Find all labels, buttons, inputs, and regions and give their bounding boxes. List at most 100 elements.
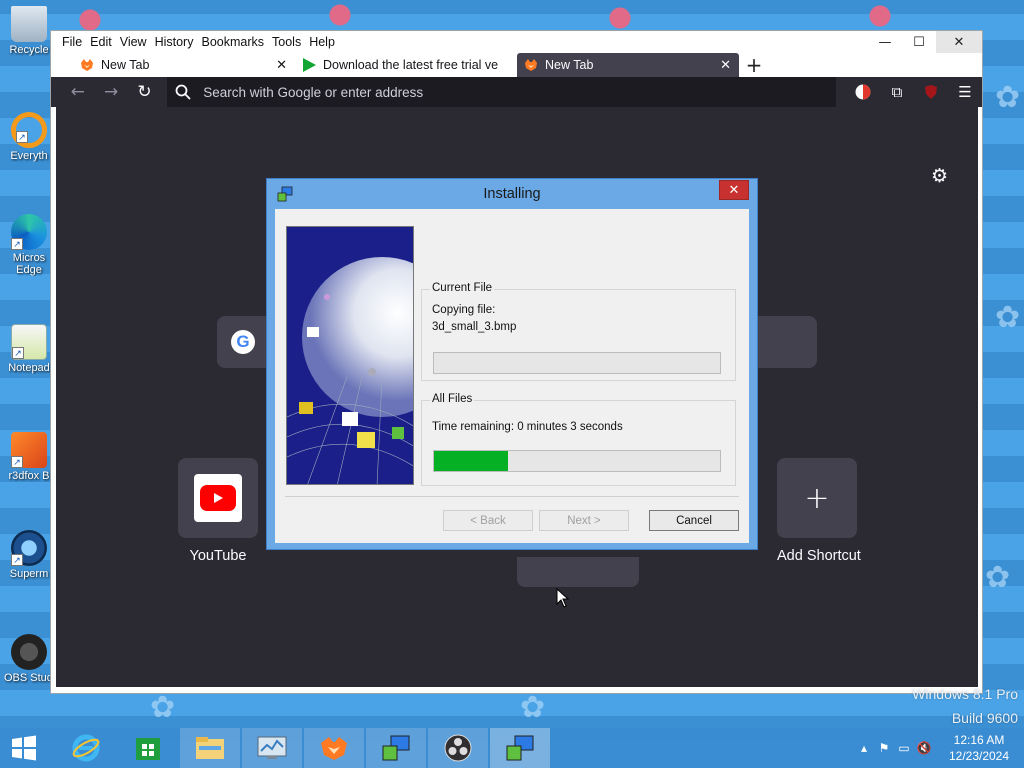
network-icon[interactable]: ▭ bbox=[894, 741, 914, 755]
overall-progress-bar bbox=[433, 450, 721, 472]
taskbar-r3dfox[interactable] bbox=[304, 728, 364, 768]
wallpaper-flower: ✿ bbox=[985, 560, 1011, 595]
r3dfox-icon bbox=[321, 737, 347, 760]
taskbar-file-explorer[interactable] bbox=[180, 728, 240, 768]
menu-tools[interactable]: Tools bbox=[272, 33, 301, 51]
windows-logo-icon bbox=[12, 735, 36, 761]
group-title-current-file: Current File bbox=[430, 282, 495, 294]
desktop-icon-supermium[interactable]: ↗ Superm bbox=[4, 530, 54, 580]
taskbar-installer-active[interactable] bbox=[490, 728, 550, 768]
menu-help[interactable]: Help bbox=[309, 33, 335, 51]
ublock-icon[interactable] bbox=[914, 77, 948, 107]
url-bar-placeholder: Search with Google or enter address bbox=[203, 84, 424, 100]
shortcut-arrow-icon: ↗ bbox=[11, 554, 23, 566]
shortcut-add[interactable]: + Add Shortcut bbox=[777, 458, 861, 564]
menu-file[interactable]: File bbox=[62, 33, 82, 51]
search-icon bbox=[175, 84, 191, 100]
next-button[interactable]: Next > bbox=[539, 510, 629, 531]
url-bar[interactable]: Search with Google or enter address bbox=[167, 77, 836, 107]
clock-date: 12/23/2024 bbox=[948, 749, 1010, 763]
current-filename: 3d_small_3.bmp bbox=[432, 321, 517, 333]
taskbar-store[interactable] bbox=[118, 728, 178, 768]
shortcut-arrow-icon: ↗ bbox=[11, 456, 23, 468]
internet-explorer-icon bbox=[72, 734, 100, 762]
supermium-icon: ↗ bbox=[11, 530, 47, 566]
taskbar-installer[interactable] bbox=[366, 728, 426, 768]
menu-bookmarks[interactable]: Bookmarks bbox=[201, 33, 264, 51]
tab-title: New Tab bbox=[545, 58, 594, 72]
minimize-button[interactable]: — bbox=[868, 31, 902, 53]
everything-icon: ↗ bbox=[11, 112, 47, 148]
flag-icon[interactable]: ⚑ bbox=[874, 741, 894, 755]
menu-edit[interactable]: Edit bbox=[90, 33, 112, 51]
forward-arrow-icon[interactable]: → bbox=[94, 77, 127, 107]
taskbar-task-manager[interactable] bbox=[242, 728, 302, 768]
new-tab-button[interactable]: + bbox=[739, 53, 769, 77]
newtab-hidden-element bbox=[517, 557, 639, 587]
gear-icon[interactable]: ⚙ bbox=[931, 165, 948, 187]
hamburger-menu-icon[interactable]: ☰ bbox=[948, 77, 982, 107]
shortcut-label: Add Shortcut bbox=[777, 548, 861, 564]
menu-history[interactable]: History bbox=[155, 33, 194, 51]
desktop-icon-label: Everyth bbox=[10, 150, 48, 162]
shortcut-arrow-icon: ↗ bbox=[11, 238, 23, 250]
obs-icon bbox=[11, 634, 47, 670]
dialog-close-button[interactable]: ✕ bbox=[719, 180, 749, 200]
navigation-toolbar: ← → ↻ Search with Google or enter addres… bbox=[51, 77, 982, 107]
reload-icon[interactable]: ↻ bbox=[128, 77, 161, 107]
tab-close-icon[interactable]: ✕ bbox=[276, 58, 287, 73]
shortcut-tile bbox=[178, 458, 258, 538]
taskbar-internet-explorer[interactable] bbox=[56, 728, 116, 768]
group-title-all-files: All Files bbox=[430, 393, 475, 405]
file-explorer-icon bbox=[196, 737, 224, 759]
desktop-icon-r3dfox[interactable]: ↗ r3dfox B bbox=[4, 432, 54, 482]
current-file-group: Current File Copying file: 3d_small_3.bm… bbox=[421, 282, 736, 381]
desktop-icon-recycle-bin[interactable]: Recycle bbox=[4, 6, 54, 56]
close-window-button[interactable]: ✕ bbox=[936, 31, 982, 53]
firefox-icon bbox=[525, 59, 537, 71]
tab-close-icon[interactable]: ✕ bbox=[720, 58, 731, 73]
desktop-icon-edge[interactable]: ↗ Micros Edge bbox=[4, 214, 54, 276]
start-button[interactable] bbox=[0, 728, 48, 768]
clock-time: 12:16 AM bbox=[953, 733, 1005, 747]
desktop-icon-everything[interactable]: ↗ Everyth bbox=[4, 112, 54, 162]
maximize-button[interactable]: ☐ bbox=[902, 31, 936, 53]
menu-view[interactable]: View bbox=[120, 33, 147, 51]
tab-new-tab-active[interactable]: New Tab ✕ bbox=[517, 53, 739, 77]
wallpaper-flower: ✿ bbox=[520, 690, 546, 725]
notepad-icon: ↗ bbox=[11, 324, 47, 360]
firefox-icon bbox=[81, 59, 93, 71]
edge-icon: ↗ bbox=[11, 214, 47, 250]
extensions-icon[interactable]: ⧉ bbox=[880, 77, 914, 107]
current-file-progress-bar bbox=[433, 352, 721, 374]
shield-icon[interactable] bbox=[846, 77, 880, 107]
chevron-up-icon[interactable]: ▴ bbox=[854, 741, 874, 755]
back-button[interactable]: < Back bbox=[443, 510, 533, 531]
desktop-icon-label: r3dfox B bbox=[8, 470, 50, 482]
volume-muted-icon[interactable]: 🔇 bbox=[914, 741, 934, 755]
taskbar-obs[interactable] bbox=[428, 728, 488, 768]
google-logo-icon: G bbox=[231, 330, 255, 354]
back-arrow-icon[interactable]: ← bbox=[61, 77, 94, 107]
taskbar: ▴ ⚑ ▭ 🔇 12:16 AM 12/23/2024 bbox=[0, 728, 1024, 768]
wallpaper-flower: ✿ bbox=[995, 300, 1021, 335]
desktop-icon-label: Superm bbox=[9, 568, 49, 580]
desktop-icon-label: Notepad bbox=[8, 362, 50, 374]
all-files-group: All Files Time remaining: 0 minutes 3 se… bbox=[421, 393, 736, 486]
task-manager-icon bbox=[257, 736, 287, 759]
installer-icon bbox=[506, 735, 534, 761]
windows-build-watermark: Build 9600 bbox=[951, 710, 1018, 726]
tab-download-trial[interactable]: Download the latest free trial ve bbox=[295, 53, 517, 77]
desktop-icon-notepad[interactable]: ↗ Notepad bbox=[4, 324, 54, 374]
store-icon bbox=[136, 738, 160, 760]
play-icon bbox=[303, 58, 316, 72]
obs-icon bbox=[444, 734, 472, 762]
clock[interactable]: 12:16 AM 12/23/2024 bbox=[934, 732, 1024, 764]
system-tray: ▴ ⚑ ▭ 🔇 12:16 AM 12/23/2024 bbox=[854, 728, 1024, 768]
tab-new-tab-1[interactable]: New Tab ✕ bbox=[73, 53, 295, 77]
dialog-separator bbox=[285, 496, 739, 497]
shortcut-youtube[interactable]: YouTube bbox=[178, 458, 258, 564]
cancel-button[interactable]: Cancel bbox=[649, 510, 739, 531]
desktop-icon-label-line2: Edge bbox=[16, 264, 42, 276]
desktop-icon-obs[interactable]: OBS Studio bbox=[4, 634, 54, 684]
